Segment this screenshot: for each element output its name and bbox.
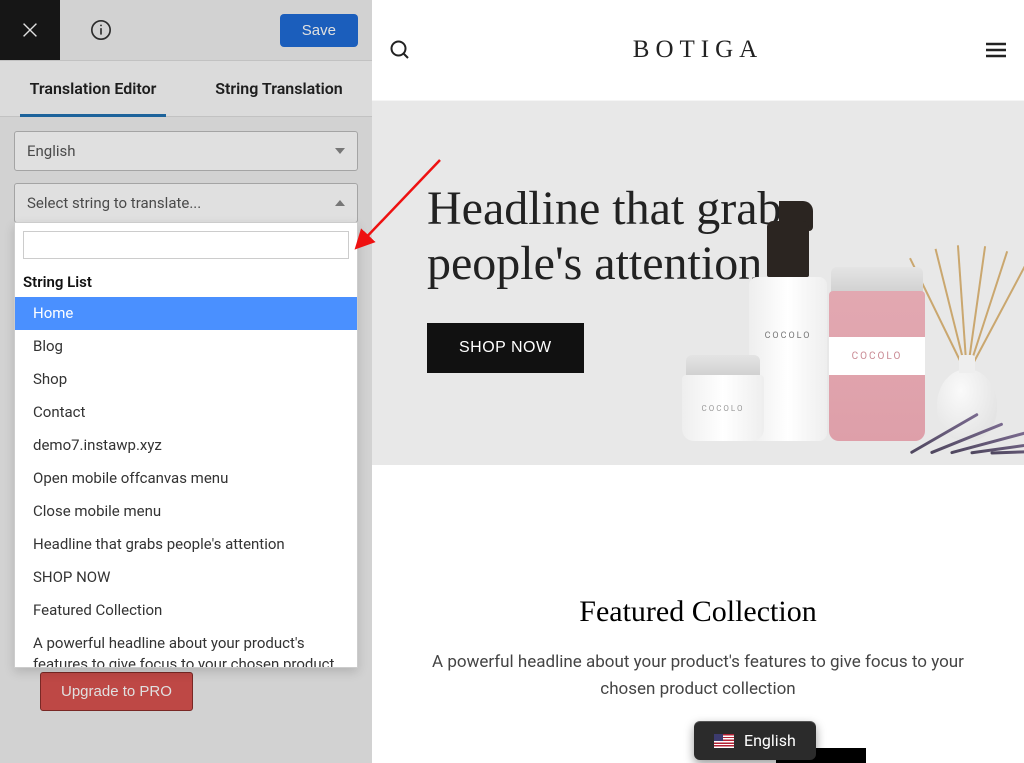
chevron-up-icon bbox=[335, 200, 345, 206]
string-select-placeholder: Select string to translate... bbox=[27, 194, 201, 212]
product-label: COCOLO bbox=[755, 331, 821, 341]
list-item[interactable]: Close mobile menu bbox=[15, 495, 357, 528]
search-icon[interactable] bbox=[388, 38, 412, 62]
list-item[interactable]: Contact bbox=[15, 396, 357, 429]
chevron-down-icon bbox=[335, 148, 345, 154]
us-flag-icon bbox=[714, 734, 734, 748]
tab-translation-editor[interactable]: Translation Editor bbox=[0, 61, 186, 116]
site-header: BOTIGA bbox=[372, 0, 1024, 100]
dropdown-options[interactable]: String List Home Blog Shop Contact demo7… bbox=[15, 267, 357, 667]
product-label: COCOLO bbox=[829, 337, 925, 375]
close-button[interactable] bbox=[0, 0, 60, 60]
upgrade-button[interactable]: Upgrade to PRO bbox=[40, 672, 193, 711]
panel-tabs: Translation Editor String Translation bbox=[0, 60, 372, 117]
hamburger-icon[interactable] bbox=[984, 38, 1008, 62]
list-item[interactable]: Featured Collection bbox=[15, 594, 357, 627]
string-dropdown: String List Home Blog Shop Contact demo7… bbox=[14, 222, 358, 668]
featured-subtitle: A powerful headline about your product's… bbox=[408, 649, 988, 703]
list-item[interactable]: Home bbox=[15, 297, 357, 330]
list-item[interactable]: Shop bbox=[15, 363, 357, 396]
close-icon bbox=[19, 19, 41, 41]
product-label: COCOLO bbox=[702, 404, 745, 413]
hero-products-illustration: COCOLO COCOLO COCOLO bbox=[664, 145, 1024, 475]
language-select[interactable]: English bbox=[14, 131, 358, 171]
pink-jar-illustration: COCOLO bbox=[829, 267, 925, 441]
shop-now-button[interactable]: SHOP NOW bbox=[427, 323, 584, 373]
info-icon bbox=[90, 19, 112, 41]
list-item[interactable]: Headline that grabs people's attention bbox=[15, 528, 357, 561]
info-button[interactable] bbox=[90, 19, 112, 41]
list-item[interactable]: Blog bbox=[15, 330, 357, 363]
dropdown-group-label: String List bbox=[15, 267, 357, 297]
short-jar-illustration: COCOLO bbox=[682, 355, 764, 441]
brand-logo[interactable]: BOTIGA bbox=[633, 36, 763, 64]
language-select-value: English bbox=[27, 142, 76, 160]
language-switcher-label: English bbox=[744, 731, 796, 750]
language-switcher[interactable]: English bbox=[694, 721, 816, 760]
list-item[interactable]: SHOP NOW bbox=[15, 561, 357, 594]
string-select[interactable]: Select string to translate... bbox=[14, 183, 358, 223]
site-preview: BOTIGA Headline that grabs people's atte… bbox=[372, 0, 1024, 763]
dropdown-search-input[interactable] bbox=[23, 231, 349, 259]
panel-topbar: Save bbox=[0, 0, 372, 60]
tab-string-translation[interactable]: String Translation bbox=[186, 61, 372, 116]
featured-title: Featured Collection bbox=[408, 595, 988, 629]
list-item[interactable]: Open mobile offcanvas menu bbox=[15, 462, 357, 495]
featured-section: Featured Collection A powerful headline … bbox=[372, 465, 1024, 743]
save-button[interactable]: Save bbox=[280, 14, 358, 47]
hero-section: Headline that grabs people's attention S… bbox=[372, 100, 1024, 465]
list-item[interactable]: A powerful headline about your product's… bbox=[15, 627, 357, 667]
list-item[interactable]: demo7.instawp.xyz bbox=[15, 429, 357, 462]
